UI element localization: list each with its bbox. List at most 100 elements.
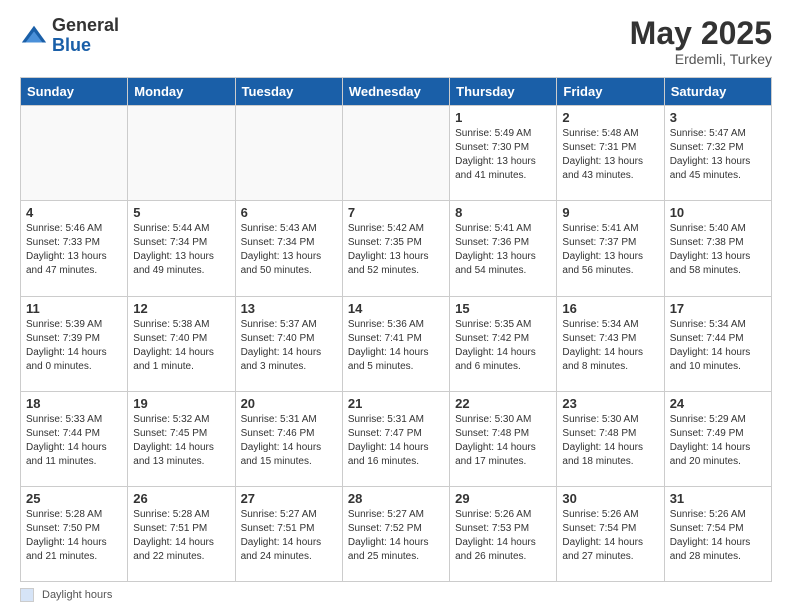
day-number: 16: [562, 301, 658, 316]
calendar-cell: 7 Sunrise: 5:42 AM Sunset: 7:35 PM Daylig…: [342, 201, 449, 296]
calendar-cell: 18 Sunrise: 5:33 AM Sunset: 7:44 PM Dayli…: [21, 391, 128, 486]
day-number: 17: [670, 301, 766, 316]
calendar-cell: 24 Sunrise: 5:29 AM Sunset: 7:49 PM Dayli…: [664, 391, 771, 486]
day-info: Sunrise: 5:26 AM Sunset: 7:54 PM Dayligh…: [670, 508, 766, 564]
day-number: 14: [348, 301, 444, 316]
title-block: May 2025 Erdemli, Turkey: [630, 16, 772, 67]
weekday-header-thursday: Thursday: [450, 78, 557, 106]
calendar-cell: 16 Sunrise: 5:34 AM Sunset: 7:43 PM Dayli…: [557, 296, 664, 391]
calendar-cell: 29 Sunrise: 5:26 AM Sunset: 7:53 PM Dayli…: [450, 486, 557, 581]
calendar-cell: 4 Sunrise: 5:46 AM Sunset: 7:33 PM Daylig…: [21, 201, 128, 296]
weekday-header-wednesday: Wednesday: [342, 78, 449, 106]
day-number: 30: [562, 491, 658, 506]
day-info: Sunrise: 5:31 AM Sunset: 7:46 PM Dayligh…: [241, 413, 337, 469]
calendar-cell: 13 Sunrise: 5:37 AM Sunset: 7:40 PM Dayli…: [235, 296, 342, 391]
month-title: May 2025: [630, 16, 772, 51]
calendar-cell: 21 Sunrise: 5:31 AM Sunset: 7:47 PM Dayli…: [342, 391, 449, 486]
day-info: Sunrise: 5:27 AM Sunset: 7:51 PM Dayligh…: [241, 508, 337, 564]
day-number: 1: [455, 110, 551, 125]
day-info: Sunrise: 5:32 AM Sunset: 7:45 PM Dayligh…: [133, 413, 229, 469]
location-subtitle: Erdemli, Turkey: [630, 51, 772, 67]
calendar-cell: [342, 106, 449, 201]
logo: General Blue: [20, 16, 119, 56]
day-number: 18: [26, 396, 122, 411]
calendar-cell: 5Sunrise: 5:44 AM Sunset: 7:34 PM Daylig…: [128, 201, 235, 296]
day-info: Sunrise: 5:35 AM Sunset: 7:42 PM Dayligh…: [455, 318, 551, 374]
day-info: Sunrise: 5:36 AM Sunset: 7:41 PM Dayligh…: [348, 318, 444, 374]
day-info: Sunrise: 5:34 AM Sunset: 7:44 PM Dayligh…: [670, 318, 766, 374]
day-info: Sunrise: 5:39 AM Sunset: 7:39 PM Dayligh…: [26, 318, 122, 374]
weekday-header-monday: Monday: [128, 78, 235, 106]
weekday-header-row: SundayMondayTuesdayWednesdayThursdayFrid…: [21, 78, 772, 106]
logo-general-text: General: [52, 15, 119, 35]
day-number: 3: [670, 110, 766, 125]
calendar-cell: 26 Sunrise: 5:28 AM Sunset: 7:51 PM Dayli…: [128, 486, 235, 581]
calendar-week-2: 4 Sunrise: 5:46 AM Sunset: 7:33 PM Daylig…: [21, 201, 772, 296]
day-number: 23: [562, 396, 658, 411]
logo-icon: [20, 22, 48, 50]
calendar-cell: 11Sunrise: 5:39 AM Sunset: 7:39 PM Dayli…: [21, 296, 128, 391]
calendar-cell: 25 Sunrise: 5:28 AM Sunset: 7:50 PM Dayli…: [21, 486, 128, 581]
calendar-week-4: 18 Sunrise: 5:33 AM Sunset: 7:44 PM Dayli…: [21, 391, 772, 486]
day-info: Sunrise: 5:28 AM Sunset: 7:50 PM Dayligh…: [26, 508, 122, 564]
calendar-cell: 31Sunrise: 5:26 AM Sunset: 7:54 PM Dayli…: [664, 486, 771, 581]
day-info: Sunrise: 5:40 AM Sunset: 7:38 PM Dayligh…: [670, 222, 766, 278]
day-number: 4: [26, 205, 122, 220]
footer: Daylight hours: [20, 588, 772, 602]
day-info: Sunrise: 5:31 AM Sunset: 7:47 PM Dayligh…: [348, 413, 444, 469]
weekday-header-friday: Friday: [557, 78, 664, 106]
day-info: Sunrise: 5:30 AM Sunset: 7:48 PM Dayligh…: [562, 413, 658, 469]
calendar-cell: 12Sunrise: 5:38 AM Sunset: 7:40 PM Dayli…: [128, 296, 235, 391]
day-info: Sunrise: 5:34 AM Sunset: 7:43 PM Dayligh…: [562, 318, 658, 374]
day-info: Sunrise: 5:33 AM Sunset: 7:44 PM Dayligh…: [26, 413, 122, 469]
day-info: Sunrise: 5:28 AM Sunset: 7:51 PM Dayligh…: [133, 508, 229, 564]
calendar-cell: 23 Sunrise: 5:30 AM Sunset: 7:48 PM Dayli…: [557, 391, 664, 486]
calendar-cell: 27Sunrise: 5:27 AM Sunset: 7:51 PM Dayli…: [235, 486, 342, 581]
calendar-week-1: 1 Sunrise: 5:49 AM Sunset: 7:30 PM Daylig…: [21, 106, 772, 201]
day-number: 8: [455, 205, 551, 220]
header: General Blue May 2025 Erdemli, Turkey: [20, 16, 772, 67]
calendar-cell: 20Sunrise: 5:31 AM Sunset: 7:46 PM Dayli…: [235, 391, 342, 486]
day-info: Sunrise: 5:29 AM Sunset: 7:49 PM Dayligh…: [670, 413, 766, 469]
day-number: 29: [455, 491, 551, 506]
day-number: 21: [348, 396, 444, 411]
day-number: 22: [455, 396, 551, 411]
footer-color-swatch: [20, 588, 34, 602]
day-info: Sunrise: 5:30 AM Sunset: 7:48 PM Dayligh…: [455, 413, 551, 469]
page: General Blue May 2025 Erdemli, Turkey Su…: [0, 0, 792, 612]
day-number: 26: [133, 491, 229, 506]
weekday-header-saturday: Saturday: [664, 78, 771, 106]
day-number: 9: [562, 205, 658, 220]
calendar-cell: 28 Sunrise: 5:27 AM Sunset: 7:52 PM Dayli…: [342, 486, 449, 581]
day-number: 24: [670, 396, 766, 411]
calendar-week-5: 25 Sunrise: 5:28 AM Sunset: 7:50 PM Dayli…: [21, 486, 772, 581]
day-number: 10: [670, 205, 766, 220]
day-info: Sunrise: 5:26 AM Sunset: 7:53 PM Dayligh…: [455, 508, 551, 564]
weekday-header-sunday: Sunday: [21, 78, 128, 106]
day-number: 7: [348, 205, 444, 220]
weekday-header-tuesday: Tuesday: [235, 78, 342, 106]
day-number: 13: [241, 301, 337, 316]
day-number: 6: [241, 205, 337, 220]
day-info: Sunrise: 5:41 AM Sunset: 7:37 PM Dayligh…: [562, 222, 658, 278]
day-number: 12: [133, 301, 229, 316]
day-number: 19: [133, 396, 229, 411]
day-info: Sunrise: 5:27 AM Sunset: 7:52 PM Dayligh…: [348, 508, 444, 564]
day-info: Sunrise: 5:37 AM Sunset: 7:40 PM Dayligh…: [241, 318, 337, 374]
day-info: Sunrise: 5:26 AM Sunset: 7:54 PM Dayligh…: [562, 508, 658, 564]
day-number: 2: [562, 110, 658, 125]
calendar-cell: 1 Sunrise: 5:49 AM Sunset: 7:30 PM Daylig…: [450, 106, 557, 201]
calendar-cell: [235, 106, 342, 201]
day-info: Sunrise: 5:42 AM Sunset: 7:35 PM Dayligh…: [348, 222, 444, 278]
calendar-cell: 30 Sunrise: 5:26 AM Sunset: 7:54 PM Dayli…: [557, 486, 664, 581]
day-info: Sunrise: 5:43 AM Sunset: 7:34 PM Dayligh…: [241, 222, 337, 278]
calendar-cell: 19 Sunrise: 5:32 AM Sunset: 7:45 PM Dayli…: [128, 391, 235, 486]
day-info: Sunrise: 5:49 AM Sunset: 7:30 PM Dayligh…: [455, 127, 551, 183]
day-number: 25: [26, 491, 122, 506]
day-number: 5: [133, 205, 229, 220]
day-number: 28: [348, 491, 444, 506]
day-info: Sunrise: 5:41 AM Sunset: 7:36 PM Dayligh…: [455, 222, 551, 278]
day-info: Sunrise: 5:46 AM Sunset: 7:33 PM Dayligh…: [26, 222, 122, 278]
calendar-week-3: 11Sunrise: 5:39 AM Sunset: 7:39 PM Dayli…: [21, 296, 772, 391]
day-info: Sunrise: 5:48 AM Sunset: 7:31 PM Dayligh…: [562, 127, 658, 183]
